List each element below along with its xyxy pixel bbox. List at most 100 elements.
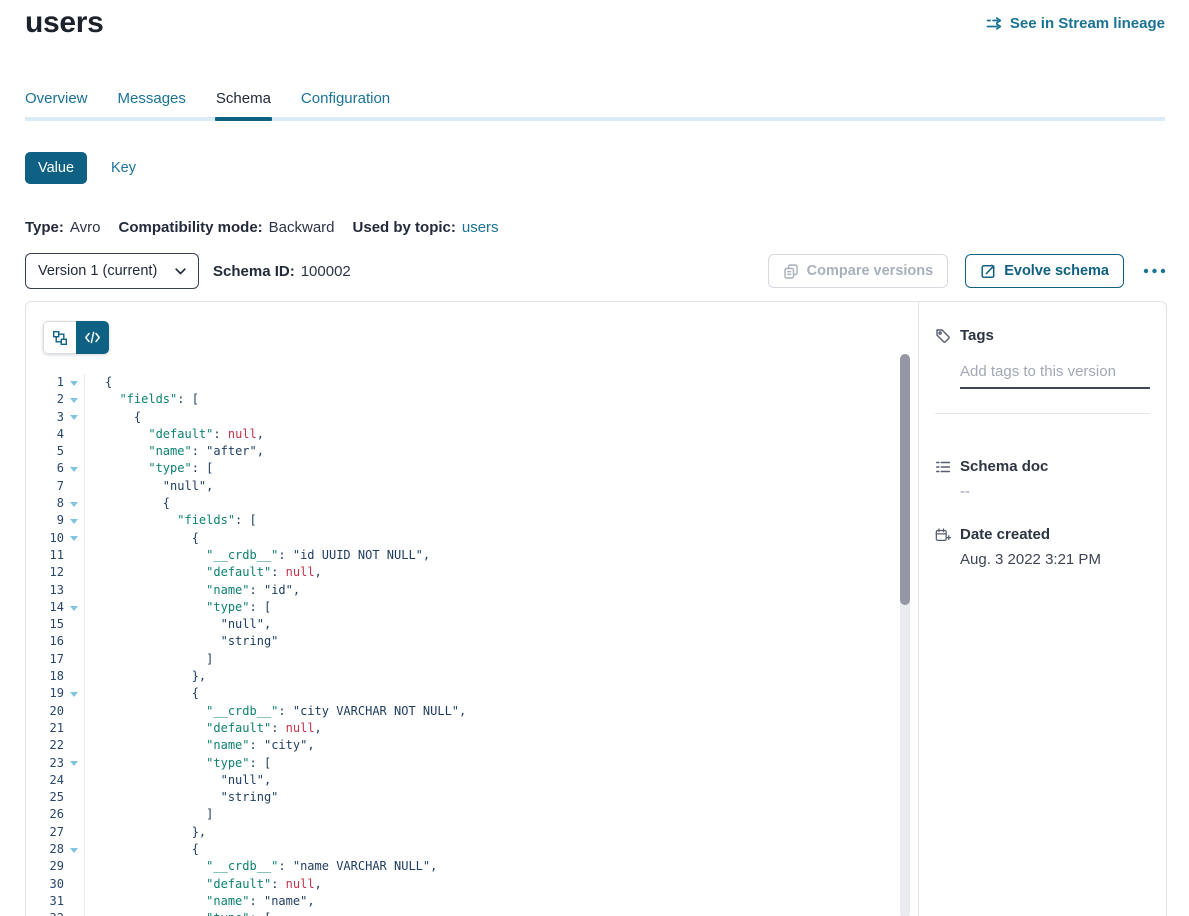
code-text: {	[85, 841, 199, 858]
line-number: 8	[26, 495, 64, 512]
fold-toggle-icon[interactable]	[64, 530, 85, 547]
code-line: 19 {	[26, 685, 918, 702]
page-title: users	[25, 6, 104, 40]
code-text: "name": "id",	[85, 582, 300, 599]
tags-input[interactable]	[960, 358, 1150, 389]
fold-toggle-icon[interactable]	[64, 685, 85, 702]
copy-icon	[783, 263, 799, 280]
code-scrollbar[interactable]	[900, 354, 910, 916]
code-text: "type": [	[85, 755, 271, 772]
code-text: "name": "after",	[85, 443, 264, 460]
schema-doc-value: --	[960, 483, 1150, 500]
value-toggle-button[interactable]: Value	[25, 152, 87, 184]
code-text: "default": null,	[85, 426, 264, 443]
tab-rail	[25, 117, 1165, 121]
line-number: 7	[26, 478, 64, 495]
fold-spacer	[64, 547, 85, 564]
fold-spacer	[64, 478, 85, 495]
line-number: 18	[26, 668, 64, 685]
line-number: 14	[26, 599, 64, 616]
tab-configuration[interactable]: Configuration	[301, 90, 390, 116]
code-text: "string"	[85, 633, 278, 650]
fold-spacer	[64, 426, 85, 443]
line-number: 1	[26, 374, 64, 391]
line-number: 5	[26, 443, 64, 460]
fold-spacer	[64, 806, 85, 823]
code-view-button[interactable]	[76, 321, 109, 354]
code-text: "name": "city",	[85, 737, 315, 754]
line-number: 22	[26, 737, 64, 754]
code-line: 15 "null",	[26, 616, 918, 633]
fold-toggle-icon[interactable]	[64, 391, 85, 408]
code-line: 1{	[26, 374, 918, 391]
stream-lineage-link[interactable]: See in Stream lineage	[986, 15, 1165, 32]
code-text: "type": [	[85, 599, 271, 616]
compare-versions-button[interactable]: Compare versions	[768, 254, 949, 288]
fold-spacer	[64, 789, 85, 806]
code-line: 14 "type": [	[26, 599, 918, 616]
code-text: "default": null,	[85, 720, 322, 737]
code-text: "default": null,	[85, 564, 322, 581]
compare-versions-label: Compare versions	[807, 263, 934, 279]
code-line: 29 "__crdb__": "name VARCHAR NULL",	[26, 858, 918, 875]
code-line: 20 "__crdb__": "city VARCHAR NOT NULL",	[26, 703, 918, 720]
line-number: 31	[26, 893, 64, 910]
fold-toggle-icon[interactable]	[64, 755, 85, 772]
code-line: 9 "fields": [	[26, 512, 918, 529]
code-line: 11 "__crdb__": "id UUID NOT NULL",	[26, 547, 918, 564]
code-line: 4 "default": null,	[26, 426, 918, 443]
code-line: 10 {	[26, 530, 918, 547]
evolve-schema-button[interactable]: Evolve schema	[965, 254, 1124, 288]
details-sidebar: Tags Schema doc --	[919, 302, 1166, 916]
compatibility-value: Backward	[269, 219, 335, 236]
fold-toggle-icon[interactable]	[64, 460, 85, 477]
fold-toggle-icon[interactable]	[64, 910, 85, 916]
fold-toggle-icon[interactable]	[64, 495, 85, 512]
tab-overview[interactable]: Overview	[25, 90, 88, 116]
line-number: 24	[26, 772, 64, 789]
tag-icon	[935, 328, 951, 344]
compatibility-label: Compatibility mode:	[118, 219, 262, 236]
code-line: 17 ]	[26, 651, 918, 668]
code-line: 5 "name": "after",	[26, 443, 918, 460]
code-text: {	[85, 685, 199, 702]
fold-spacer	[64, 720, 85, 737]
view-toggle	[43, 321, 109, 354]
code-line: 21 "default": null,	[26, 720, 918, 737]
code-line: 8 {	[26, 495, 918, 512]
fold-toggle-icon[interactable]	[64, 512, 85, 529]
fold-toggle-icon[interactable]	[64, 374, 85, 391]
fold-spacer	[64, 616, 85, 633]
scrollbar-thumb[interactable]	[900, 354, 910, 605]
code-line: 13 "name": "id",	[26, 582, 918, 599]
tab-messages[interactable]: Messages	[118, 90, 186, 116]
code-text: "type": [	[85, 910, 271, 916]
code-line: 28 {	[26, 841, 918, 858]
fold-toggle-icon[interactable]	[64, 841, 85, 858]
version-select[interactable]: Version 1 (current)	[25, 253, 199, 289]
line-number: 11	[26, 547, 64, 564]
fold-toggle-icon[interactable]	[64, 599, 85, 616]
fold-toggle-icon[interactable]	[64, 409, 85, 426]
code-text: "null",	[85, 616, 271, 633]
tree-view-button[interactable]	[43, 321, 76, 354]
more-options-button[interactable]	[1141, 264, 1168, 278]
code-text: },	[85, 668, 206, 685]
line-number: 26	[26, 806, 64, 823]
stream-lineage-icon	[986, 17, 1003, 30]
key-toggle-button[interactable]: Key	[111, 160, 136, 176]
fold-spacer	[64, 703, 85, 720]
schema-id-value: 100002	[301, 263, 351, 280]
line-number: 3	[26, 409, 64, 426]
line-number: 13	[26, 582, 64, 599]
code-line: 26 ]	[26, 806, 918, 823]
used-by-topic-label: Used by topic:	[353, 219, 456, 236]
list-icon	[935, 459, 951, 475]
date-created-value: Aug. 3 2022 3:21 PM	[960, 551, 1150, 568]
topic-link[interactable]: users	[462, 219, 499, 236]
line-number: 15	[26, 616, 64, 633]
tab-schema[interactable]: Schema	[216, 90, 271, 116]
date-created-section: Date created Aug. 3 2022 3:21 PM	[935, 526, 1150, 568]
line-number: 2	[26, 391, 64, 408]
schema-doc-heading: Schema doc	[960, 458, 1048, 475]
